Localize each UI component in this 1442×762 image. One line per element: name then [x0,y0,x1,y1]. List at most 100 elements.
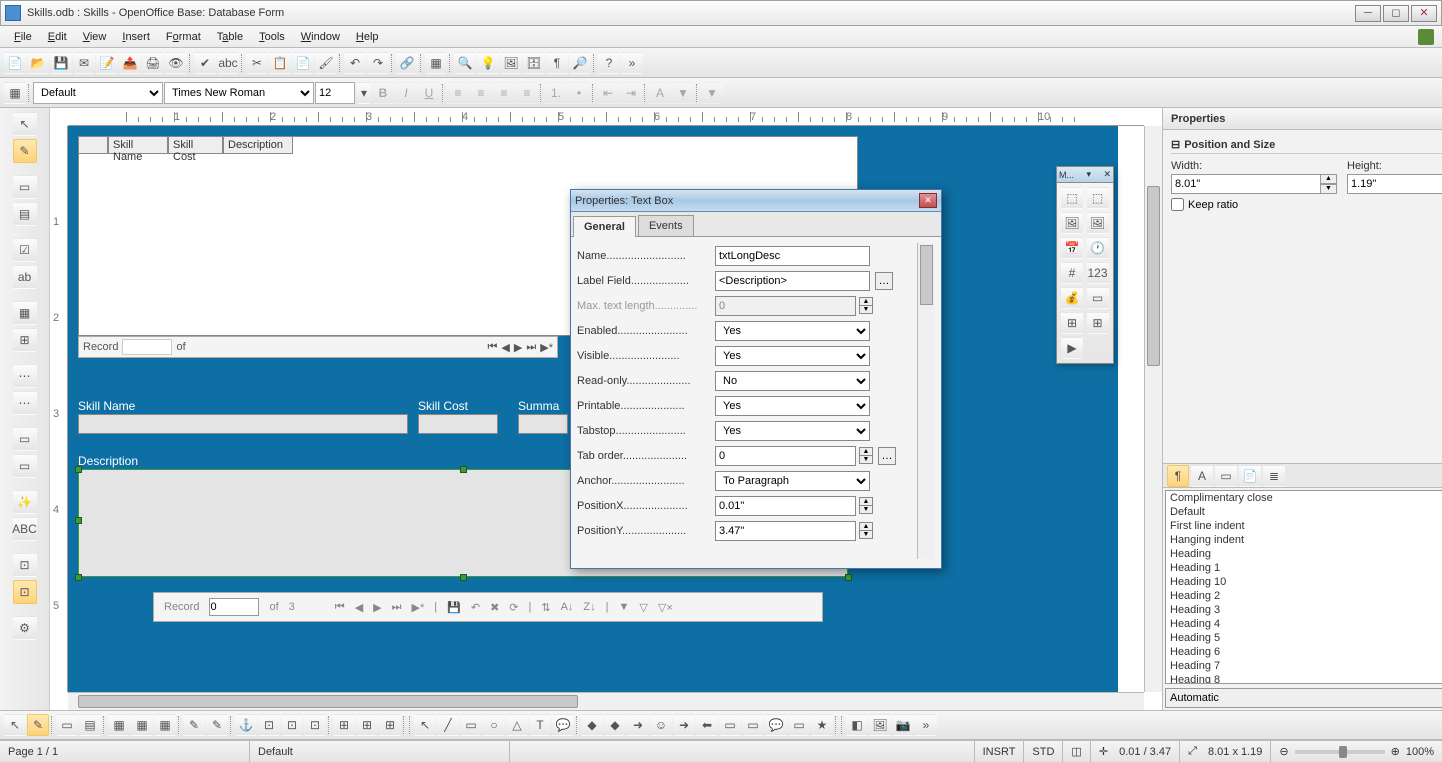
draw-f1-icon[interactable]: ▭ [56,714,78,736]
draw-sn2-icon[interactable]: ⊞ [379,714,401,736]
std-cut-icon[interactable]: ✂ [246,52,268,74]
prop-input-visible[interactable]: Yes [715,346,870,366]
formctl-grp-icon[interactable]: ⊡ [13,553,37,577]
draw-d4-icon[interactable]: ➜ [673,714,695,736]
dialog-scrollbar[interactable] [917,243,935,559]
formctl-more-icon[interactable]: ⋯ [13,364,37,388]
menu-format[interactable]: Format [158,29,209,45]
style-item[interactable]: Hanging indent [1166,533,1442,547]
style-item[interactable]: Heading 8 [1166,673,1442,684]
morectl-f-icon[interactable]: 🕐 [1087,237,1109,259]
nav2-sort-icon[interactable]: ⇅ [541,601,550,614]
style-item[interactable]: Heading 1 [1166,561,1442,575]
draw-t2-icon[interactable]: ▦ [131,714,153,736]
zoom-value[interactable]: 100% [1406,746,1434,758]
std-lamp-icon[interactable]: 💡 [477,52,499,74]
formctl-abc-icon[interactable]: ab [13,265,37,289]
draw-e2-icon[interactable]: ✎ [206,714,228,736]
style-item[interactable]: Heading 10 [1166,575,1442,589]
style-item[interactable]: First line indent [1166,519,1442,533]
std-abc1-icon[interactable]: ✔ [194,52,216,74]
draw-d6-icon[interactable]: ▭ [719,714,741,736]
page-styles-icon[interactable]: 📄 [1239,465,1261,487]
menu-view[interactable]: View [75,29,115,45]
menu-edit[interactable]: Edit [40,29,75,45]
std-zoom-icon[interactable]: 🔎 [569,52,591,74]
status-style[interactable]: Default [250,741,510,762]
formctl-abc3-icon[interactable]: ABC [13,517,37,541]
menu-table[interactable]: Table [209,29,251,45]
styles-icon[interactable]: ▦ [4,82,26,104]
nav2-asc-icon[interactable]: A↓ [561,601,574,613]
input-skill-name[interactable] [78,414,408,434]
std-find-icon[interactable]: 🔍 [454,52,476,74]
horizontal-scrollbar[interactable] [68,692,1144,710]
list-styles-icon[interactable]: ≣ [1263,465,1285,487]
status-sel-icon[interactable]: ◫ [1063,741,1090,762]
std-abc2-icon[interactable]: abc [217,52,239,74]
draw-line-icon[interactable]: ╱ [437,714,459,736]
nav2-remfilter-icon[interactable]: ▽× [658,601,673,614]
fmt-bg-icon[interactable]: ▼ [701,82,723,104]
menu-file[interactable]: File [6,29,40,45]
draw-chat-icon[interactable]: 💬 [765,714,787,736]
width-input[interactable] [1171,174,1321,194]
draw-e1-icon[interactable]: ✎ [183,714,205,736]
formctl-check-icon[interactable]: ☑ [13,238,37,262]
draw-d5-icon[interactable]: ⬅ [696,714,718,736]
styles-filter-select[interactable]: Automatic [1165,688,1442,708]
draw-grid-icon[interactable]: ⊞ [333,714,355,736]
draw-cap-icon[interactable]: 💬 [552,714,574,736]
std-open-icon[interactable]: 📂 [27,52,49,74]
formctl-btn-icon[interactable]: ▭ [13,427,37,451]
fmt-outd-icon[interactable]: ⇤ [597,82,619,104]
draw-poly-icon[interactable]: △ [506,714,528,736]
style-item[interactable]: Default [1166,505,1442,519]
draw-d8-icon[interactable]: ▭ [788,714,810,736]
draw-d3-icon[interactable]: ➜ [627,714,649,736]
draw-t1-icon[interactable]: ▦ [108,714,130,736]
fmt-B-icon[interactable]: B [372,82,394,104]
nav2-last-icon[interactable]: ⏭ [392,601,402,614]
keep-ratio-checkbox[interactable] [1171,198,1184,211]
prop-input-tabstop[interactable]: Yes [715,421,870,441]
prop-input-anchor[interactable]: To Paragraph [715,471,870,491]
nav2-next-icon[interactable]: ▶ [373,601,381,614]
para-styles-icon[interactable]: ¶ [1167,465,1189,487]
menu-tools[interactable]: Tools [251,29,293,45]
morectl-a-icon[interactable]: ⬚ [1061,187,1083,209]
font-size-dropdown[interactable]: ▾ [357,82,371,104]
nav2-first-icon[interactable]: ⏮ [335,601,345,614]
zoom-slider[interactable] [1295,750,1385,754]
draw-t3-icon[interactable]: ▦ [154,714,176,736]
morectl-ln-icon[interactable]: ▭ [1087,287,1109,309]
prop-input-read-only[interactable]: No [715,371,870,391]
formctl-form-icon[interactable]: ▭ [13,175,37,199]
draw-anch-icon[interactable]: ⚓ [235,714,257,736]
nav-new-icon[interactable]: ▶* [540,341,553,354]
prop-browse-8[interactable]: … [878,447,896,465]
nav-last-icon[interactable]: ⏭ [526,341,536,354]
tab-events[interactable]: Events [638,215,694,236]
properties-dialog[interactable]: Properties: Text Box ✕ General Events Na… [570,189,942,569]
draw-design-icon[interactable]: ✎ [27,714,49,736]
std-new-icon[interactable]: 📄 [4,52,26,74]
std-help-icon[interactable]: ? [598,52,620,74]
formctl-nav-icon[interactable]: ▤ [13,202,37,226]
menu-insert[interactable]: Insert [114,29,158,45]
draw-ptr-icon[interactable]: ↖ [4,714,26,736]
more-controls-toolbox[interactable]: M...▾✕ ⬚⬚🖼🖼📅🕐#123💰▭⊞⊞▶ [1056,166,1114,364]
char-styles-icon[interactable]: A [1191,465,1213,487]
fmt-bl-icon[interactable]: • [568,82,590,104]
morectl-h-icon[interactable]: 💰 [1061,287,1083,309]
col-skill-cost[interactable]: Skill Cost [168,136,223,154]
fmt-ac-icon[interactable]: ≡ [470,82,492,104]
morectl-c-icon[interactable]: 🖼 [1061,212,1083,234]
style-item[interactable]: Heading 5 [1166,631,1442,645]
draw-gal-icon[interactable]: 🖼 [869,714,891,736]
menu-window[interactable]: Window [293,29,348,45]
draw-star-icon[interactable]: ★ [811,714,833,736]
nav2-refresh-icon[interactable]: ⟳ [509,601,518,614]
draw-ext2-icon[interactable]: » [915,714,937,736]
draw-d1-icon[interactable]: ◆ [581,714,603,736]
